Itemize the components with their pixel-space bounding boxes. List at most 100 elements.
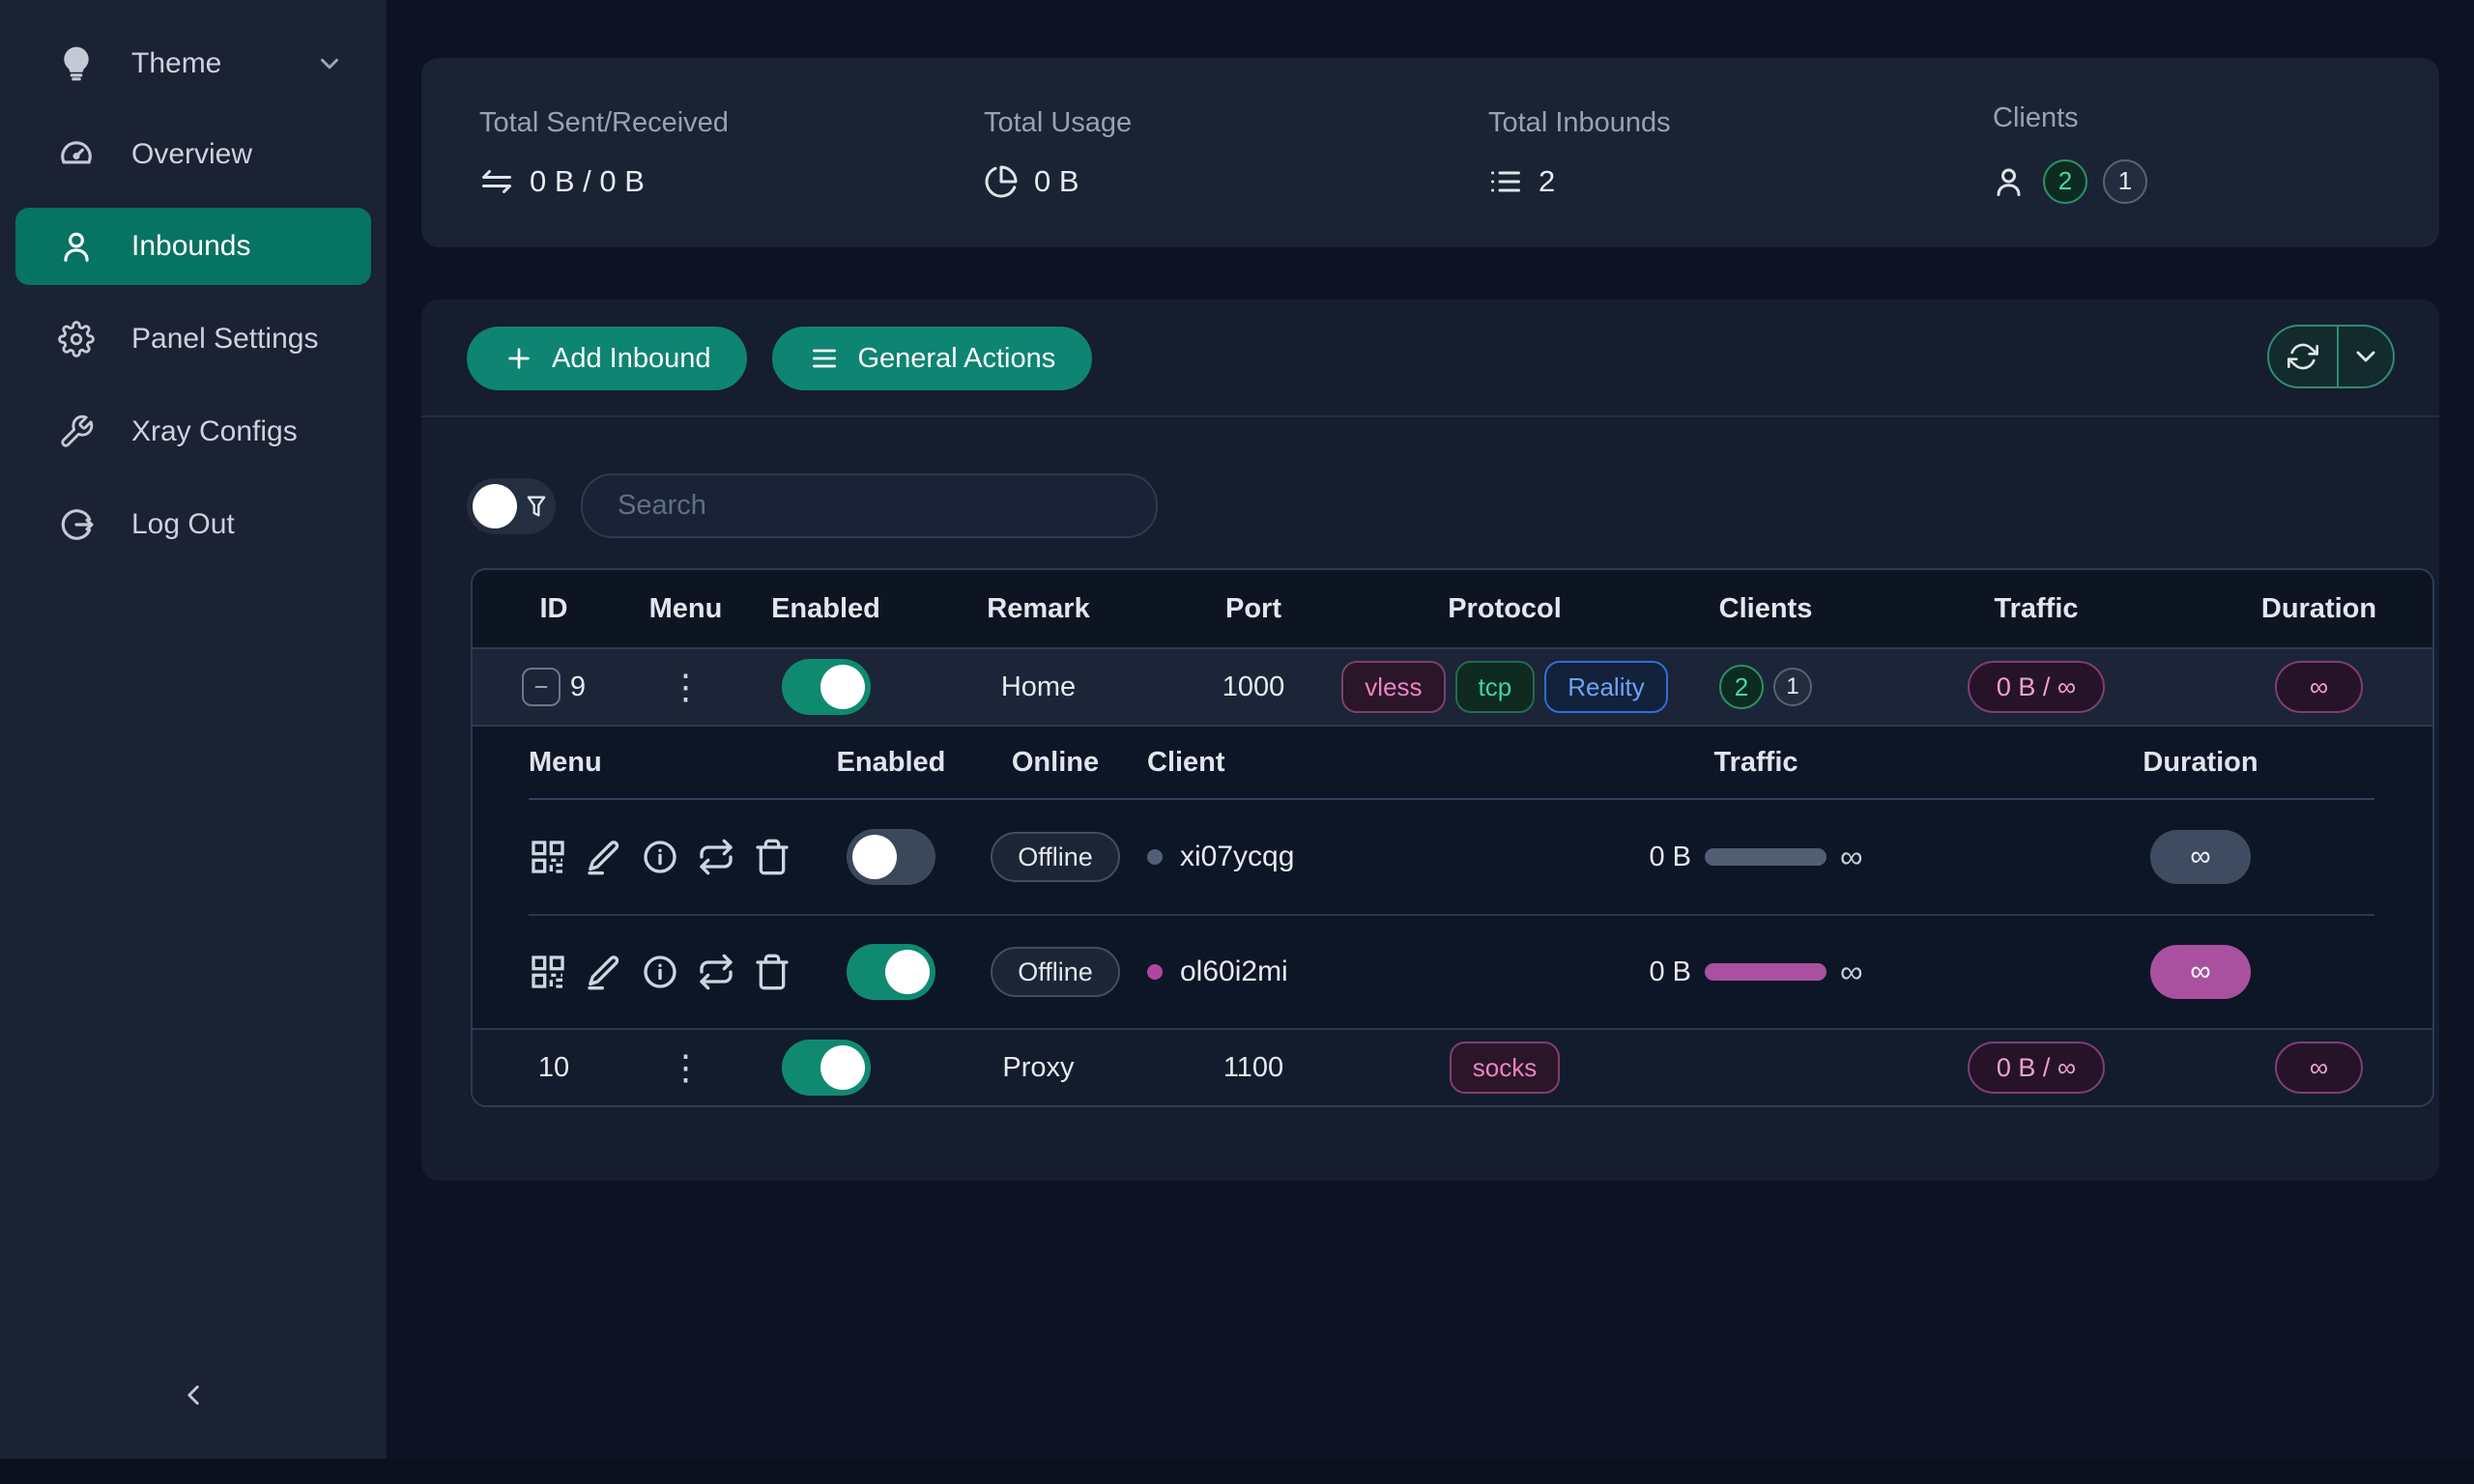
stat-label: Clients — [1993, 102, 2439, 134]
col-header-port: Port — [1162, 593, 1345, 625]
sidebar-item-panel-settings[interactable]: Panel Settings — [15, 300, 371, 378]
online-status-badge: Offline — [991, 947, 1120, 997]
table-row: 10 ⋮ Proxy 1100 socks 0 B / ∞ ∞ — [473, 1028, 2432, 1105]
clients-deactivated-badge: 1 — [2103, 159, 2147, 204]
inbound-enabled-toggle[interactable] — [782, 1040, 871, 1096]
traffic-progress-bar — [1705, 848, 1827, 866]
inbound-id: 10 — [538, 1052, 569, 1084]
col-header-duration: Duration — [2205, 593, 2432, 625]
qr-code-icon[interactable] — [529, 953, 567, 991]
list-icon — [1488, 164, 1523, 199]
add-inbound-button[interactable]: Add Inbound — [467, 327, 747, 390]
subcol-header-online: Online — [964, 747, 1147, 779]
col-header-id: ID — [473, 593, 635, 625]
window-bottom-edge — [0, 1459, 2474, 1484]
reset-traffic-icon[interactable] — [697, 838, 735, 876]
client-enabled-toggle[interactable] — [847, 944, 935, 1000]
refresh-dropdown-button[interactable] — [2339, 327, 2393, 386]
sidebar-item-label: Overview — [131, 138, 252, 171]
reset-traffic-icon[interactable] — [697, 953, 735, 991]
gear-icon — [58, 321, 95, 357]
stat-value: 0 B — [1034, 164, 1079, 199]
protocol-tag: Reality — [1544, 661, 1667, 713]
inbound-port: 1100 — [1162, 1052, 1345, 1084]
client-row: Offline xi07ycqg 0 B ∞ ∞ — [529, 800, 2374, 914]
infinity-icon: ∞ — [1840, 839, 1863, 875]
divider — [421, 415, 2439, 417]
col-header-remark: Remark — [915, 593, 1162, 625]
sidebar-item-log-out[interactable]: Log Out — [15, 486, 371, 563]
table-header-row: ID Menu Enabled Remark Port Protocol Cli… — [473, 570, 2432, 647]
client-traffic-used: 0 B — [1649, 956, 1691, 988]
subcol-header-menu: Menu — [529, 747, 819, 779]
stat-value: 2 — [1539, 164, 1555, 199]
sidebar-item-label: Log Out — [131, 508, 235, 541]
inbounds-table: ID Menu Enabled Remark Port Protocol Cli… — [471, 568, 2434, 1107]
traffic-progress-bar — [1705, 963, 1827, 981]
col-header-enabled: Enabled — [736, 593, 915, 625]
sidebar-item-label: Panel Settings — [131, 323, 318, 356]
client-duration-badge: ∞ — [2150, 945, 2251, 999]
duration-badge: ∞ — [2275, 661, 2363, 713]
sidebar-item-xray-configs[interactable]: Xray Configs — [15, 393, 371, 471]
filter-toggle[interactable] — [467, 478, 556, 534]
stat-total-inbounds: Total Inbounds 2 — [1430, 107, 1935, 199]
stat-label: Total Sent/Received — [479, 107, 926, 139]
clients-deactivated-badge: 1 — [1773, 668, 1812, 706]
sidebar: Theme Overview Inbounds Panel Settings X… — [0, 0, 387, 1459]
inbound-remark: Home — [915, 671, 1162, 703]
client-subtable: Menu Enabled Online Client Traffic Durat… — [473, 725, 2432, 1028]
delete-icon[interactable] — [753, 953, 791, 991]
online-status-badge: Offline — [991, 832, 1120, 882]
stat-value: 0 B / 0 B — [530, 164, 645, 199]
row-menu-button[interactable]: ⋮ — [669, 676, 704, 698]
collapse-row-button[interactable] — [522, 668, 561, 706]
client-duration-badge: ∞ — [2150, 830, 2251, 884]
info-icon[interactable] — [641, 838, 679, 876]
plus-icon — [503, 343, 534, 374]
search-input[interactable] — [581, 473, 1158, 538]
refresh-split-button — [2267, 325, 2395, 388]
client-color-dot — [1147, 849, 1163, 865]
theme-selector[interactable]: Theme — [15, 25, 371, 102]
chevron-left-icon — [177, 1379, 210, 1412]
refresh-button[interactable] — [2269, 327, 2339, 386]
sidebar-item-inbounds[interactable]: Inbounds — [15, 208, 371, 285]
subcol-header-traffic: Traffic — [1485, 747, 2027, 779]
stat-label: Total Usage — [984, 107, 1430, 139]
wrench-icon — [58, 414, 95, 450]
chevron-down-icon — [2350, 341, 2381, 372]
delete-icon[interactable] — [753, 838, 791, 876]
info-icon[interactable] — [641, 953, 679, 991]
inbounds-panel: Add Inbound General Actions — [421, 300, 2439, 1181]
hamburger-menu-icon — [809, 343, 840, 374]
client-enabled-toggle[interactable] — [847, 829, 935, 885]
duration-badge: ∞ — [2275, 1042, 2363, 1094]
toggle-knob — [473, 484, 517, 528]
protocol-tag: socks — [1450, 1042, 1560, 1094]
col-header-clients: Clients — [1664, 593, 1867, 625]
sidebar-collapse-button[interactable] — [166, 1368, 220, 1422]
general-actions-button[interactable]: General Actions — [772, 327, 1092, 390]
edit-icon[interactable] — [585, 838, 623, 876]
refresh-icon — [2287, 341, 2318, 372]
users-icon — [1993, 164, 2028, 199]
qr-code-icon[interactable] — [529, 838, 567, 876]
edit-icon[interactable] — [585, 953, 623, 991]
general-actions-label: General Actions — [857, 343, 1055, 375]
stat-total-sent-received: Total Sent/Received 0 B / 0 B — [421, 107, 926, 199]
user-icon — [58, 228, 95, 265]
chevron-down-icon — [315, 49, 344, 78]
row-menu-button[interactable]: ⋮ — [669, 1057, 704, 1078]
add-inbound-label: Add Inbound — [552, 343, 710, 375]
stat-label: Total Inbounds — [1488, 107, 1935, 139]
sidebar-item-label: Inbounds — [131, 230, 250, 263]
inbound-port: 1000 — [1162, 671, 1345, 703]
col-header-protocol: Protocol — [1345, 593, 1664, 625]
protocol-tag: tcp — [1455, 661, 1536, 713]
inbound-enabled-toggle[interactable] — [782, 659, 871, 715]
sidebar-item-overview[interactable]: Overview — [15, 116, 371, 193]
subcol-header-duration: Duration — [2027, 747, 2374, 779]
inbound-remark: Proxy — [915, 1052, 1162, 1084]
transfer-arrows-icon — [479, 164, 514, 199]
